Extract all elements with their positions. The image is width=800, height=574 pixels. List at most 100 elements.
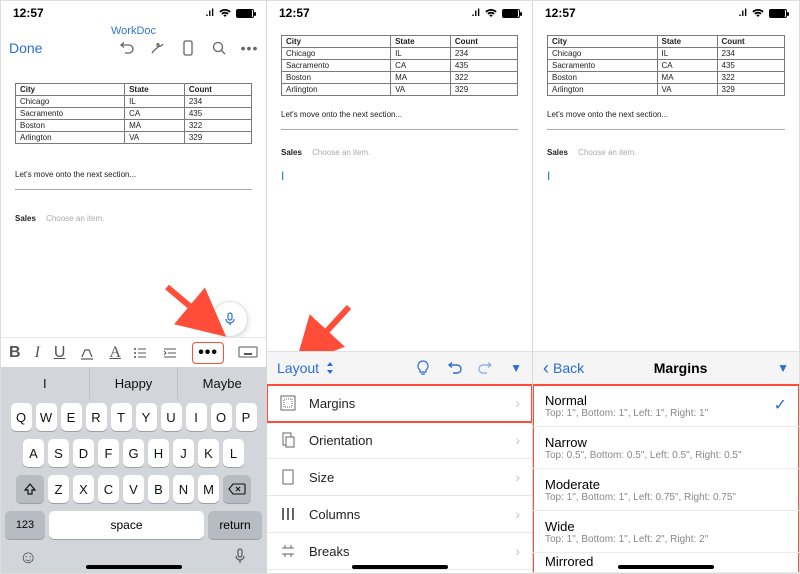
draw-icon[interactable] — [148, 39, 165, 56]
signal-icon: .ıl — [739, 8, 747, 19]
tell-me-button[interactable] — [416, 360, 430, 376]
sales-line[interactable]: Sales Choose an item. — [15, 214, 252, 223]
margin-option-normal[interactable]: Normal Top: 1", Bottom: 1", Left: 1", Ri… — [533, 385, 799, 427]
done-button[interactable]: Done — [9, 40, 42, 56]
more-formatting-button[interactable]: ••• — [192, 342, 224, 364]
key[interactable]: T — [111, 403, 132, 431]
undo-button[interactable] — [446, 361, 462, 375]
key[interactable]: X — [73, 475, 94, 503]
sales-line[interactable]: Sales Choose an item. — [547, 148, 785, 157]
paragraph-text[interactable]: Let's move onto the next section... — [547, 110, 785, 119]
paragraph-text[interactable]: Let's move onto the next section... — [15, 170, 252, 179]
signal-icon: .ıl — [472, 8, 480, 19]
margin-option-wide[interactable]: Wide Top: 1", Bottom: 1", Left: 2", Righ… — [533, 511, 799, 553]
key[interactable]: M — [198, 475, 219, 503]
bullet-list-button[interactable] — [132, 346, 148, 360]
key[interactable]: D — [73, 439, 94, 467]
key[interactable]: J — [173, 439, 194, 467]
col-count[interactable]: Count — [184, 84, 251, 96]
key[interactable]: E — [61, 403, 82, 431]
key[interactable]: K — [198, 439, 219, 467]
suggestion[interactable]: Maybe — [178, 367, 266, 399]
mobile-view-icon[interactable] — [179, 39, 196, 56]
paragraph-text[interactable]: Let's move onto the next section... — [281, 110, 518, 119]
keyboard[interactable]: I Happy Maybe QWERTYUIOP ASDFGHJKL ZXCVB… — [1, 367, 266, 573]
key[interactable]: Q — [11, 403, 32, 431]
battery-icon — [769, 9, 787, 18]
key[interactable]: I — [186, 403, 207, 431]
key[interactable]: V — [123, 475, 144, 503]
dictation-key[interactable] — [232, 547, 248, 568]
key[interactable]: F — [98, 439, 119, 467]
sales-line[interactable]: Sales Choose an item. — [281, 148, 518, 157]
key[interactable]: A — [23, 439, 44, 467]
document-canvas[interactable]: CityStateCount ChicagoIL234 SacramentoCA… — [267, 23, 532, 349]
table-row: ArlingtonVA329 — [16, 132, 252, 144]
undo-icon[interactable] — [117, 39, 134, 56]
indent-button[interactable] — [162, 346, 178, 360]
key[interactable]: P — [236, 403, 257, 431]
toolbar-icons: ••• — [117, 39, 258, 56]
status-right: .ıl — [206, 8, 254, 19]
key[interactable]: H — [148, 439, 169, 467]
battery-icon — [236, 9, 254, 18]
key[interactable]: C — [98, 475, 119, 503]
margins-header: ‹ Back Margins ▼ — [533, 351, 799, 385]
backspace-key[interactable] — [223, 475, 251, 503]
data-table[interactable]: City State Count ChicagoIL234 Sacramento… — [15, 83, 252, 144]
margin-option-mirrored[interactable]: Mirrored — [533, 553, 799, 573]
collapse-ribbon-button[interactable]: ▼ — [510, 361, 522, 375]
collapse-ribbon-button[interactable]: ▼ — [777, 361, 789, 375]
layout-item-margins[interactable]: Margins › — [267, 385, 532, 422]
col-city[interactable]: City — [16, 84, 125, 96]
highlight-button[interactable] — [79, 346, 95, 360]
key[interactable]: U — [161, 403, 182, 431]
key[interactable]: W — [36, 403, 57, 431]
sales-placeholder[interactable]: Choose an item. — [46, 214, 104, 223]
key[interactable]: Z — [48, 475, 69, 503]
suggestion[interactable]: Happy — [90, 367, 179, 399]
key[interactable]: N — [173, 475, 194, 503]
back-button[interactable]: ‹ Back — [543, 358, 584, 379]
layout-item-orientation[interactable]: Orientation › — [267, 422, 532, 459]
wifi-icon — [751, 8, 765, 18]
emoji-key[interactable]: ☺ — [19, 547, 37, 568]
return-key[interactable]: return — [208, 511, 262, 539]
underline-button[interactable]: U — [54, 344, 66, 362]
data-table[interactable]: CityStateCount ChicagoIL234 SacramentoCA… — [547, 35, 785, 96]
suggestion[interactable]: I — [1, 367, 90, 399]
margin-option-narrow[interactable]: Narrow Top: 0.5", Bottom: 0.5", Left: 0.… — [533, 427, 799, 469]
table-header-row: City State Count — [16, 84, 252, 96]
keyboard-toggle-icon[interactable] — [238, 346, 258, 360]
document-title[interactable]: WorkDoc — [9, 25, 258, 37]
panel-layout-menu: 12:57 .ıl CityStateCount ChicagoIL234 Sa… — [267, 1, 533, 573]
redo-button[interactable] — [478, 361, 494, 375]
numbers-key[interactable]: 123 — [5, 511, 45, 539]
italic-button[interactable]: I — [35, 344, 40, 362]
margin-option-moderate[interactable]: Moderate Top: 1", Bottom: 1", Left: 0.75… — [533, 469, 799, 511]
font-color-button[interactable]: A — [109, 344, 121, 362]
key[interactable]: O — [211, 403, 232, 431]
col-state[interactable]: State — [125, 84, 185, 96]
key[interactable]: B — [148, 475, 169, 503]
document-canvas[interactable]: CityStateCount ChicagoIL234 SacramentoCA… — [533, 23, 799, 349]
key[interactable]: L — [223, 439, 244, 467]
more-icon[interactable]: ••• — [241, 39, 258, 56]
space-key[interactable]: space — [49, 511, 204, 539]
wifi-icon — [218, 8, 232, 18]
chevron-left-icon: ‹ — [543, 358, 549, 379]
key[interactable]: G — [123, 439, 144, 467]
layout-tab-button[interactable]: Layout — [277, 360, 335, 376]
dictation-button[interactable] — [212, 301, 248, 337]
key[interactable]: R — [86, 403, 107, 431]
document-canvas[interactable]: City State Count ChicagoIL234 Sacramento… — [1, 71, 266, 331]
bold-button[interactable]: B — [9, 344, 21, 362]
key[interactable]: S — [48, 439, 69, 467]
layout-item-size[interactable]: Size › — [267, 459, 532, 496]
search-icon[interactable] — [210, 39, 227, 56]
shift-key[interactable] — [16, 475, 44, 503]
suggestion-bar: I Happy Maybe — [1, 367, 266, 399]
layout-item-columns[interactable]: Columns › — [267, 496, 532, 533]
data-table[interactable]: CityStateCount ChicagoIL234 SacramentoCA… — [281, 35, 518, 96]
key[interactable]: Y — [136, 403, 157, 431]
